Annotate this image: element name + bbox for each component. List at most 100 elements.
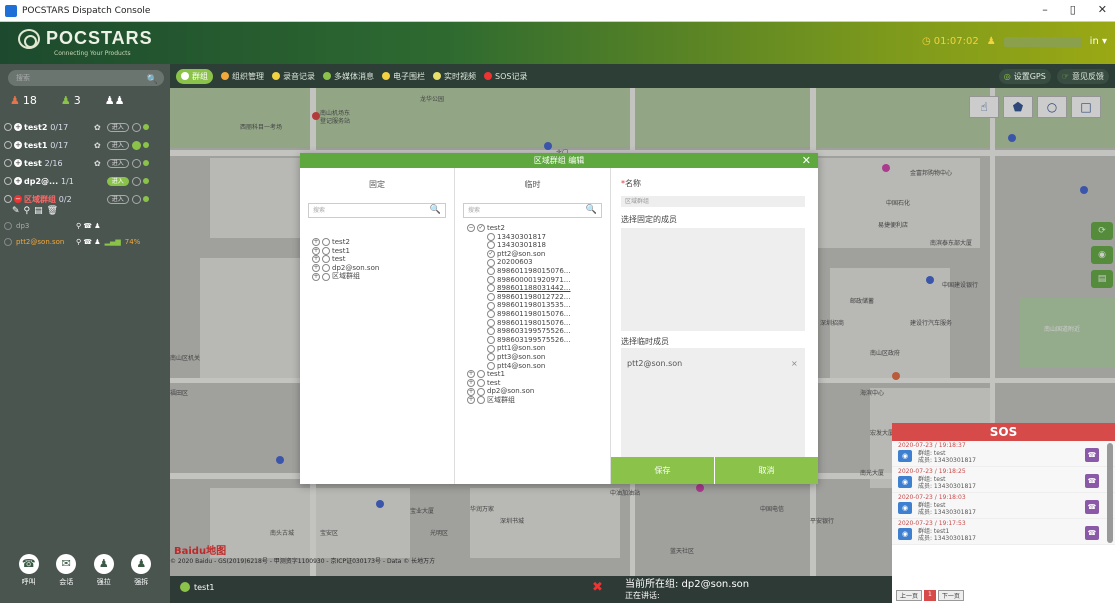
collapse-icon[interactable]: −	[467, 224, 475, 233]
expand-icon[interactable]: +	[467, 387, 475, 396]
select-radio[interactable]	[4, 141, 12, 149]
temp-search-input[interactable]: 搜索 🔍	[463, 203, 602, 218]
sidebar-search-input[interactable]: 搜索 🔍	[8, 70, 164, 86]
user-menu[interactable]: in ▾	[1090, 36, 1107, 47]
edit-icon[interactable]: ✎	[12, 206, 20, 216]
tab-recordings[interactable]: 录音记录	[272, 71, 315, 82]
member-row[interactable]: dp3 ⚲ ☎ ♟	[4, 222, 101, 230]
fixed-search-input[interactable]: 搜索 🔍	[308, 203, 446, 218]
monitor-icon[interactable]	[131, 176, 141, 186]
search-icon[interactable]: 🔍	[430, 204, 441, 217]
expand-icon[interactable]: +	[467, 396, 475, 405]
select-radio[interactable]	[4, 159, 12, 167]
tree-item[interactable]: + test1	[467, 370, 570, 379]
enter-group-button[interactable]: 进入	[106, 176, 129, 186]
checkbox[interactable]	[487, 293, 495, 302]
checkbox[interactable]	[487, 353, 495, 362]
expand-icon[interactable]: +	[467, 378, 475, 387]
checkbox[interactable]	[487, 336, 495, 345]
view-icon[interactable]: ◉	[898, 450, 912, 462]
expand-icon[interactable]: +	[312, 255, 320, 264]
callback-icon[interactable]: ☎	[1085, 474, 1099, 488]
select-radio[interactable]	[4, 222, 12, 230]
checkbox[interactable]	[487, 267, 495, 276]
sos-item[interactable]: 2020-07-23 / 19:18:03 ◉ 群组: test 成员: 134303…	[892, 493, 1115, 519]
location-icon[interactable]: ⚲	[24, 206, 31, 216]
search-icon[interactable]: 🔍	[147, 72, 158, 88]
tree-item[interactable]: 898601188031442...	[467, 284, 570, 293]
fixed-members-box[interactable]	[621, 228, 805, 331]
group-name-field[interactable]: 区域群组	[621, 196, 805, 207]
tree-item[interactable]: 898603199575526...	[467, 336, 570, 345]
checkbox[interactable]	[487, 241, 495, 250]
collapse-icon[interactable]: −	[14, 195, 22, 203]
callback-icon[interactable]: ☎	[1085, 448, 1099, 462]
tree-item[interactable]: ptt1@son.son	[467, 344, 570, 353]
group-row[interactable]: +dp2@... 1/1✿进入	[4, 174, 170, 188]
note-icon[interactable]: ▤	[34, 206, 43, 216]
force-pull-button[interactable]: ♟ 强拉	[93, 554, 114, 587]
checkbox[interactable]	[322, 246, 330, 255]
enter-group-button[interactable]: 进入	[106, 122, 129, 132]
gear-icon[interactable]: ✿	[94, 159, 101, 168]
checkbox[interactable]	[487, 258, 495, 267]
sos-item[interactable]: 2020-07-23 / 19:18:25 ◉ 群组: test 成员: 134303…	[892, 467, 1115, 493]
sos-item[interactable]: 2020-07-23 / 19:17:53 ◉ 群组: test1 成员: 13430…	[892, 519, 1115, 545]
gps-settings-button[interactable]: ◎ 设置GPS	[998, 69, 1051, 84]
next-page-button[interactable]: 下一页	[937, 590, 964, 601]
restore-button[interactable]: ▯	[1070, 3, 1076, 16]
callback-icon[interactable]: ☎	[1085, 500, 1099, 514]
member-tool-icons[interactable]: ⚲ ☎ ♟	[76, 222, 101, 230]
tree-item[interactable]: − ✓ test2	[467, 224, 570, 233]
expand-icon[interactable]: +	[467, 370, 475, 379]
checkbox[interactable]	[487, 301, 495, 310]
session-button[interactable]: ✉ 会话	[56, 554, 77, 587]
tree-item[interactable]: 898601198015076...	[467, 310, 570, 319]
page-number[interactable]: 1	[924, 590, 936, 601]
delete-icon[interactable]: 🗑	[47, 206, 58, 216]
checkbox[interactable]	[487, 361, 495, 370]
monitor-icon[interactable]	[131, 158, 141, 168]
view-icon[interactable]: ◉	[898, 502, 912, 514]
tree-item[interactable]: + test	[467, 379, 570, 388]
expand-icon[interactable]: +	[312, 238, 320, 247]
tab-sos-records[interactable]: SOS记录	[484, 71, 527, 82]
cancel-button[interactable]: 取消	[714, 457, 818, 484]
tree-item[interactable]: + test1	[312, 247, 379, 256]
checkbox[interactable]	[322, 255, 330, 264]
group-row[interactable]: + test2 0/17 ✿ 进入	[4, 120, 170, 134]
checkbox[interactable]	[477, 396, 485, 405]
expand-icon[interactable]: +	[14, 177, 22, 185]
checkbox[interactable]	[322, 238, 330, 247]
checkbox[interactable]	[487, 232, 495, 241]
tree-item[interactable]: 898601198015076...	[467, 319, 570, 328]
tree-item[interactable]: 13430301817	[467, 233, 570, 242]
checkbox[interactable]	[477, 378, 485, 387]
prev-page-button[interactable]: 上一页	[896, 590, 923, 601]
expand-icon[interactable]: +	[312, 272, 320, 281]
close-window-button[interactable]: ✕	[1098, 3, 1107, 16]
select-radio[interactable]	[4, 123, 12, 131]
save-button[interactable]: 保存	[611, 457, 714, 484]
group-row[interactable]: + test 2/16 ✿ 进入	[4, 156, 170, 170]
checkbox-checked[interactable]: ✓	[487, 250, 495, 259]
tree-item[interactable]: 898600001920971...	[467, 276, 570, 285]
monitor-icon[interactable]	[131, 194, 141, 204]
sos-scrollbar[interactable]	[1107, 443, 1113, 543]
checkbox[interactable]	[487, 327, 495, 336]
tree-item[interactable]: 898601198015076...	[467, 267, 570, 276]
close-icon[interactable]: ✕	[802, 153, 811, 168]
tree-item[interactable]: 898603199575526...	[467, 327, 570, 336]
tab-groups[interactable]: 群组	[176, 68, 213, 84]
group-row[interactable]: −区域群组 0/2✿进入	[4, 192, 170, 206]
minimize-button[interactable]: –	[1042, 3, 1048, 16]
checkbox[interactable]	[322, 272, 330, 281]
tree-item[interactable]: + 区域群组	[312, 272, 379, 281]
tree-item[interactable]: + 区域群组	[467, 396, 570, 405]
group-icon[interactable]: ♟♟	[105, 94, 125, 107]
view-icon[interactable]: ◉	[898, 476, 912, 488]
tree-item[interactable]: ptt4@son.son	[467, 362, 570, 371]
tree-item[interactable]: 898601198013535...	[467, 301, 570, 310]
select-radio[interactable]	[4, 238, 12, 246]
checkbox[interactable]	[487, 344, 495, 353]
